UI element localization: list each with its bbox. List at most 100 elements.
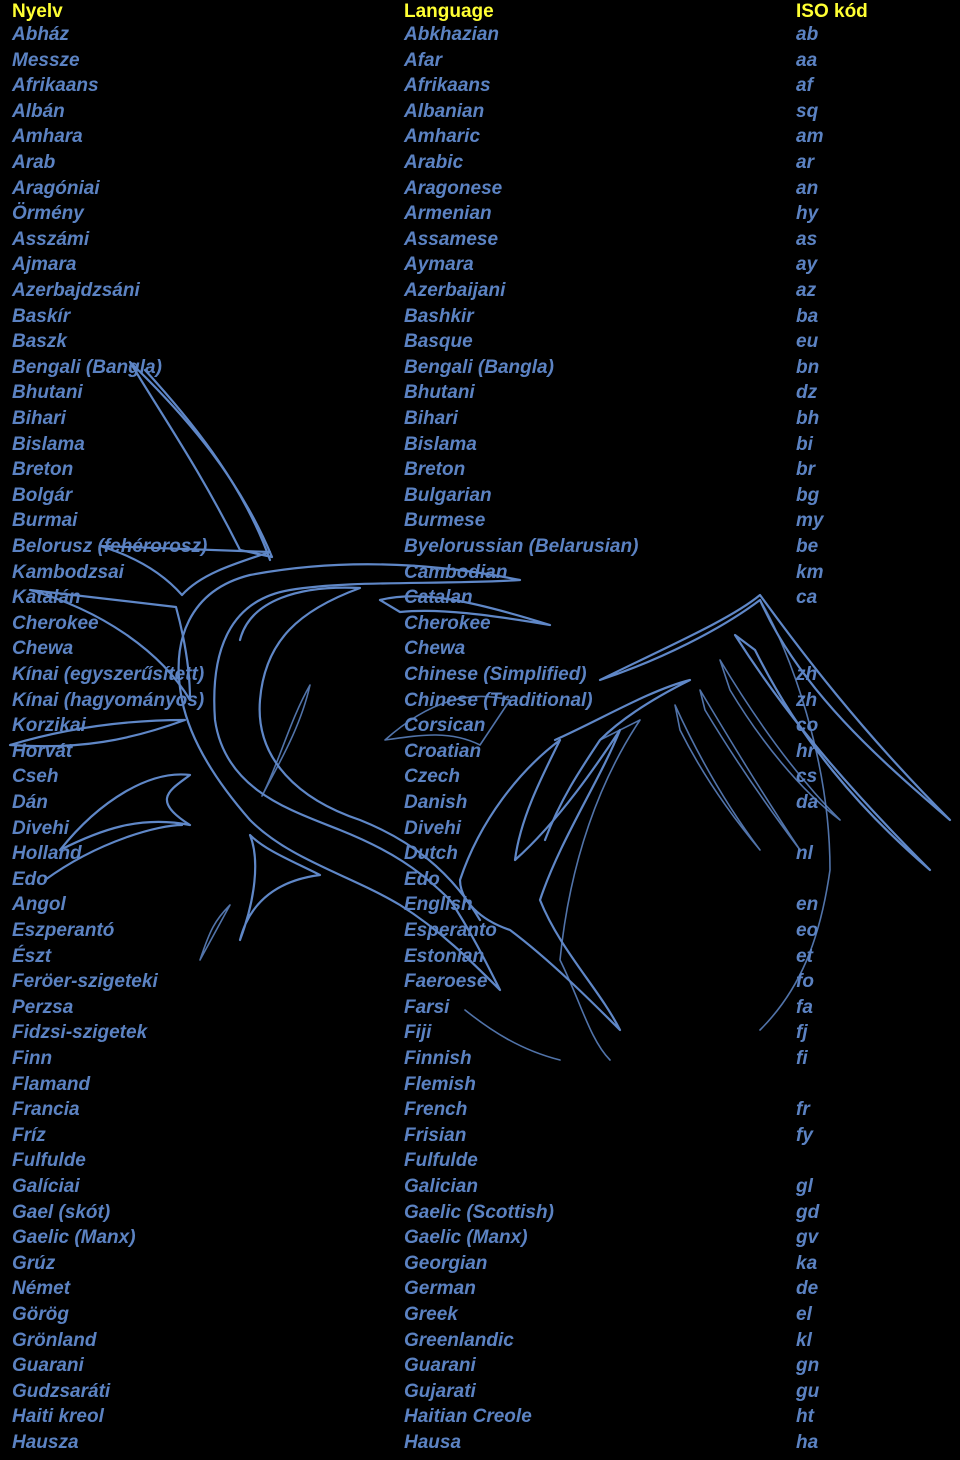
cell-iso: dz	[796, 382, 818, 404]
cell-hungarian: Bislama	[12, 433, 85, 455]
cell-hungarian: Ajmara	[12, 254, 77, 276]
table-row: Bengali (Bangla) Bengali (Bangla) bn	[0, 356, 960, 382]
cell-iso: as	[796, 228, 818, 250]
cell-hungarian: Korzikai	[12, 715, 86, 737]
cell-hungarian: Bolgár	[12, 484, 73, 506]
cell-hungarian: Azerbajdzsáni	[12, 280, 140, 301]
cell-english: Gaelic (Manx)	[404, 1227, 528, 1249]
cell-english: Chewa	[404, 638, 466, 660]
cell-english: Gujarati	[404, 1380, 476, 1402]
cell-english: German	[404, 1278, 476, 1300]
cell-english: Gaelic (Scottish)	[404, 1201, 554, 1223]
cell-iso: bg	[796, 484, 820, 506]
cell-hungarian: Fulfulde	[12, 1150, 86, 1172]
cell-iso: fj	[796, 1022, 808, 1044]
cell-hungarian: Belorusz (fehérorosz)	[12, 536, 208, 557]
cell-iso: hr	[796, 740, 815, 762]
cell-iso: ay	[796, 254, 818, 276]
cell-english: French	[404, 1099, 468, 1121]
cell-hungarian: Bihari	[12, 408, 66, 429]
cell-iso: ht	[796, 1406, 814, 1428]
cell-english: Greenlandic	[404, 1329, 514, 1351]
cell-hungarian: Messze	[12, 49, 80, 71]
cell-english: Basque	[404, 331, 473, 353]
cell-iso: an	[796, 177, 819, 199]
table-row: Finn Finnish fi	[0, 1047, 960, 1073]
cell-english: Galician	[404, 1176, 478, 1197]
table-row: Edo Edo	[0, 868, 960, 894]
cell-iso: km	[796, 561, 824, 583]
table-row: Bhutani Bhutani dz	[0, 381, 960, 407]
table-row: Baszk Basque eu	[0, 330, 960, 356]
cell-iso: da	[796, 792, 819, 813]
table-row: Eszperantó Esperanto eo	[0, 919, 960, 945]
cell-english: Guarani	[404, 1355, 476, 1377]
cell-iso: ar	[796, 152, 814, 173]
cell-english: Greek	[404, 1304, 458, 1325]
cell-english: Czech	[404, 766, 460, 788]
table-row: Grönland Greenlandic kl	[0, 1329, 960, 1355]
cell-iso: aa	[796, 49, 818, 71]
table-row: Kínai (egyszerűsített) Chinese (Simplifie…	[0, 663, 960, 689]
table-row: Cherokee Cherokee	[0, 612, 960, 638]
cell-iso: hy	[796, 203, 819, 225]
header-english: Language	[404, 1, 494, 22]
table-row: Fidzsi-szigetek Fiji fj	[0, 1021, 960, 1047]
table-row: Perzsa Farsi fa	[0, 996, 960, 1022]
table-row: Katalán Catalan ca	[0, 586, 960, 612]
cell-english: Bulgarian	[404, 484, 492, 506]
cell-english: Haitian Creole	[404, 1406, 532, 1428]
cell-english: Frisian	[404, 1124, 467, 1146]
cell-english: Finnish	[404, 1048, 472, 1069]
cell-iso: sq	[796, 100, 819, 122]
cell-iso: ca	[796, 587, 818, 609]
cell-english: Esperanto	[404, 920, 497, 941]
cell-hungarian: Hausza	[12, 1432, 79, 1453]
cell-iso: cs	[796, 766, 818, 788]
cell-hungarian: Gaelic (Manx)	[12, 1227, 136, 1249]
table-row: Korzikai Corsican co	[0, 714, 960, 740]
cell-hungarian: Fidzsi-szigetek	[12, 1022, 148, 1044]
table-row: Fulfulde Fulfulde	[0, 1149, 960, 1175]
cell-iso: zh	[796, 664, 818, 685]
header-iso: ISO kód	[796, 1, 868, 22]
cell-iso: az	[796, 280, 817, 301]
table-row: Grúz Georgian ka	[0, 1252, 960, 1278]
table-row: Abház Abkhazian ab	[0, 23, 960, 49]
cell-english: Burmese	[404, 510, 486, 532]
cell-english: Fiji	[404, 1022, 432, 1044]
cell-hungarian: Holland	[12, 843, 82, 865]
table-row: Görög Greek el	[0, 1303, 960, 1329]
cell-hungarian: Afrikaans	[12, 75, 99, 97]
table-row: Észt Estonian et	[0, 945, 960, 971]
cell-english: Georgian	[404, 1252, 488, 1274]
cell-english: Croatian	[404, 740, 482, 762]
cell-english: Corsican	[404, 715, 486, 737]
cell-iso: gv	[796, 1227, 819, 1249]
cell-iso: fy	[796, 1124, 813, 1146]
cell-iso: br	[796, 459, 815, 481]
table-row: Fríz Frisian fy	[0, 1124, 960, 1150]
cell-hungarian: Grúz	[12, 1252, 56, 1274]
cell-iso: af	[796, 75, 813, 97]
table-row: Horvát Croatian hr	[0, 740, 960, 766]
table-row: Gudzsaráti Gujarati gu	[0, 1380, 960, 1406]
cell-english: Breton	[404, 459, 466, 481]
cell-iso: co	[796, 715, 819, 737]
table-row: Albán Albanian sq	[0, 100, 960, 126]
cell-iso: be	[796, 536, 819, 557]
cell-iso: ka	[796, 1252, 818, 1274]
table-row: Messze Afar aa	[0, 49, 960, 75]
cell-hungarian: Görög	[12, 1304, 69, 1325]
cell-iso: gu	[796, 1380, 820, 1402]
table-row: Angol English en	[0, 893, 960, 919]
cell-english: Cambodian	[404, 561, 508, 583]
table-row: Feröer-szigeteki Faeroese fo	[0, 970, 960, 996]
cell-iso: et	[796, 945, 813, 967]
cell-english: Afar	[404, 49, 443, 71]
table-row: Francia French fr	[0, 1098, 960, 1124]
table-row: Belorusz (fehérorosz) Byelorussian (Belar…	[0, 535, 960, 561]
table-row: Breton Breton br	[0, 458, 960, 484]
cell-english: Faeroese	[404, 971, 488, 993]
table-row: Bihari Bihari bh	[0, 407, 960, 433]
